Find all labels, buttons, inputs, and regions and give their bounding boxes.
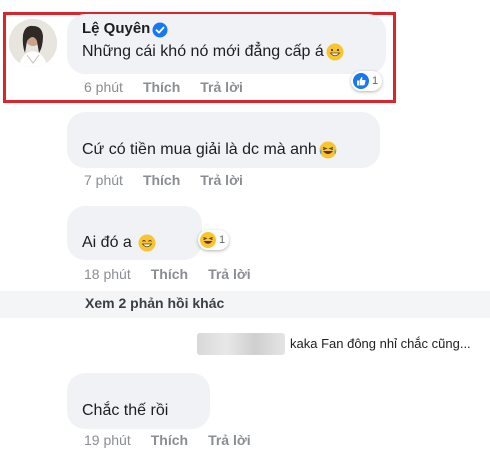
comment-text-row: Những cái khó nó mới đẳng cấp á <box>82 43 344 61</box>
comment-time[interactable]: 7 phút <box>84 172 123 188</box>
comment-text-row: Cứ có tiền mua giải là dc mà anh <box>82 141 337 159</box>
like-button[interactable]: Thích <box>151 432 188 448</box>
comment-text: Ai đó a <box>82 234 132 251</box>
haha-reaction-badge[interactable]: 1 <box>198 230 230 250</box>
reply-button[interactable]: Trả lời <box>208 432 251 448</box>
comment-time[interactable]: 6 phút <box>84 79 123 95</box>
blurred-commenter-name <box>197 333 285 355</box>
comment-author[interactable]: Lệ Quyên <box>82 20 150 37</box>
reply-preview-text[interactable]: kaka Fan đông nhỉ chắc cũng... <box>290 336 471 351</box>
like-button[interactable]: Thích <box>151 266 188 282</box>
comment-text: Cứ có tiền mua giải là dc mà anh <box>82 141 317 158</box>
reply-button[interactable]: Trả lời <box>200 79 243 95</box>
haha-icon <box>200 232 216 248</box>
reaction-count: 1 <box>372 75 379 87</box>
reply-button[interactable]: Trả lời <box>200 172 243 188</box>
like-icon <box>353 73 369 89</box>
comment-meta: 7 phút Thích Trả lời <box>84 172 263 188</box>
grinning-emoji-icon <box>326 43 344 61</box>
comment-bubble-2[interactable] <box>67 112 380 168</box>
like-reaction-badge[interactable]: 1 <box>351 71 383 91</box>
like-button[interactable]: Thích <box>143 172 180 188</box>
like-button[interactable]: Thích <box>143 79 180 95</box>
reply-button[interactable]: Trả lời <box>208 266 251 282</box>
laughing-emoji-icon <box>319 141 337 159</box>
comment-bubble-4[interactable] <box>67 373 210 429</box>
comment-time[interactable]: 18 phút <box>84 266 131 282</box>
avatar[interactable] <box>9 19 57 67</box>
comment-text: Chắc thế rồi <box>82 402 169 419</box>
comment-text-row: Ai đó a <box>82 234 156 252</box>
verified-icon <box>152 22 168 38</box>
grinning-emoji-icon <box>138 234 156 252</box>
comment-meta: 18 phút Thích Trả lời <box>84 266 271 282</box>
comment-time[interactable]: 19 phút <box>84 432 131 448</box>
comment-meta: 19 phút Thích Trả lời <box>84 432 271 448</box>
more-replies-link[interactable]: Xem 2 phản hồi khác <box>85 295 224 311</box>
more-replies-bar: Xem 2 phản hồi khác <box>0 291 490 318</box>
reaction-count: 1 <box>219 234 226 246</box>
comment-meta: 6 phút Thích Trả lời <box>84 79 263 95</box>
comment-text: Những cái khó nó mới đẳng cấp á <box>82 43 324 60</box>
